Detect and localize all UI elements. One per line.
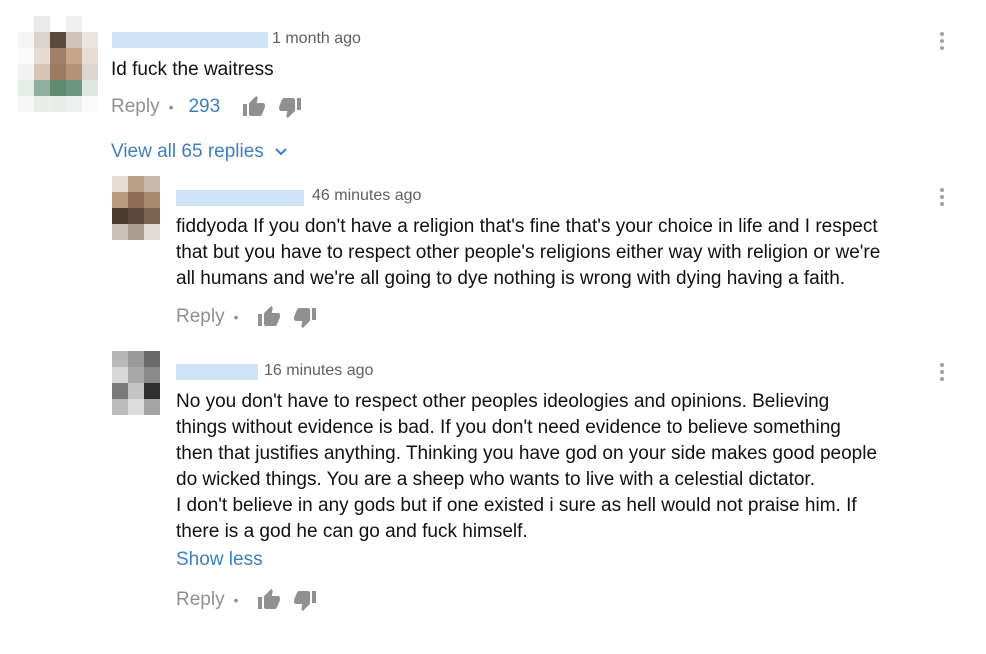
reply-text: fiddyoda If you don't have a religion th… — [176, 214, 880, 292]
like-count: 293 — [188, 96, 221, 117]
text-line: then that justifies anything. Thinking y… — [176, 443, 878, 464]
author-name[interactable] — [176, 190, 304, 206]
comment-text: Id fuck the waitress — [111, 59, 274, 80]
view-replies-button[interactable]: View all 65 replies — [111, 141, 288, 163]
thumbs-up-icon[interactable] — [257, 588, 281, 612]
reply-actions: Reply • — [176, 587, 317, 613]
thumbs-down-icon[interactable] — [278, 95, 302, 119]
separator-dot: • — [233, 309, 239, 325]
text-line: do wicked things. You are a sheep who wa… — [176, 469, 815, 490]
comment-actions: Reply • 293 — [111, 94, 302, 120]
text-line: I don't believe in any gods but if one e… — [176, 495, 857, 516]
thumbs-up-icon[interactable] — [257, 305, 281, 329]
text-line: that but you have to respect other peopl… — [176, 242, 881, 263]
text-line: all humans and we're all going to dye no… — [176, 268, 846, 289]
reply-timestamp[interactable]: 46 minutes ago — [312, 187, 421, 205]
reply-timestamp[interactable]: 16 minutes ago — [264, 362, 373, 380]
show-less-link[interactable]: Show less — [176, 549, 263, 571]
avatar[interactable] — [112, 351, 160, 415]
text-line: fiddyoda If you don't have a religion th… — [176, 216, 878, 237]
chevron-down-icon — [275, 148, 287, 156]
more-options-icon[interactable] — [939, 188, 945, 210]
thumbs-down-icon[interactable] — [293, 305, 317, 329]
more-options-icon[interactable] — [939, 363, 945, 385]
separator-dot: • — [168, 99, 174, 115]
text-line: there is a god he can go and fuck himsel… — [176, 521, 528, 542]
author-name[interactable] — [112, 32, 268, 48]
comment-timestamp[interactable]: 1 month ago — [272, 30, 361, 48]
thumbs-up-icon[interactable] — [242, 95, 266, 119]
reply-text: No you don't have to respect other peopl… — [176, 389, 877, 545]
text-line: No you don't have to respect other peopl… — [176, 391, 830, 412]
separator-dot: • — [233, 592, 239, 608]
reply-actions: Reply • — [176, 304, 317, 330]
avatar[interactable] — [18, 16, 98, 112]
author-name[interactable] — [176, 364, 258, 380]
reply-button[interactable]: Reply — [176, 306, 225, 328]
more-options-icon[interactable] — [939, 32, 945, 54]
avatar[interactable] — [112, 176, 160, 240]
thumbs-down-icon[interactable] — [293, 588, 317, 612]
reply-button[interactable]: Reply — [176, 589, 225, 611]
reply-button[interactable]: Reply — [111, 96, 160, 118]
text-line: things without evidence is bad. If you d… — [176, 417, 841, 438]
view-replies-label: View all 65 replies — [111, 141, 264, 162]
